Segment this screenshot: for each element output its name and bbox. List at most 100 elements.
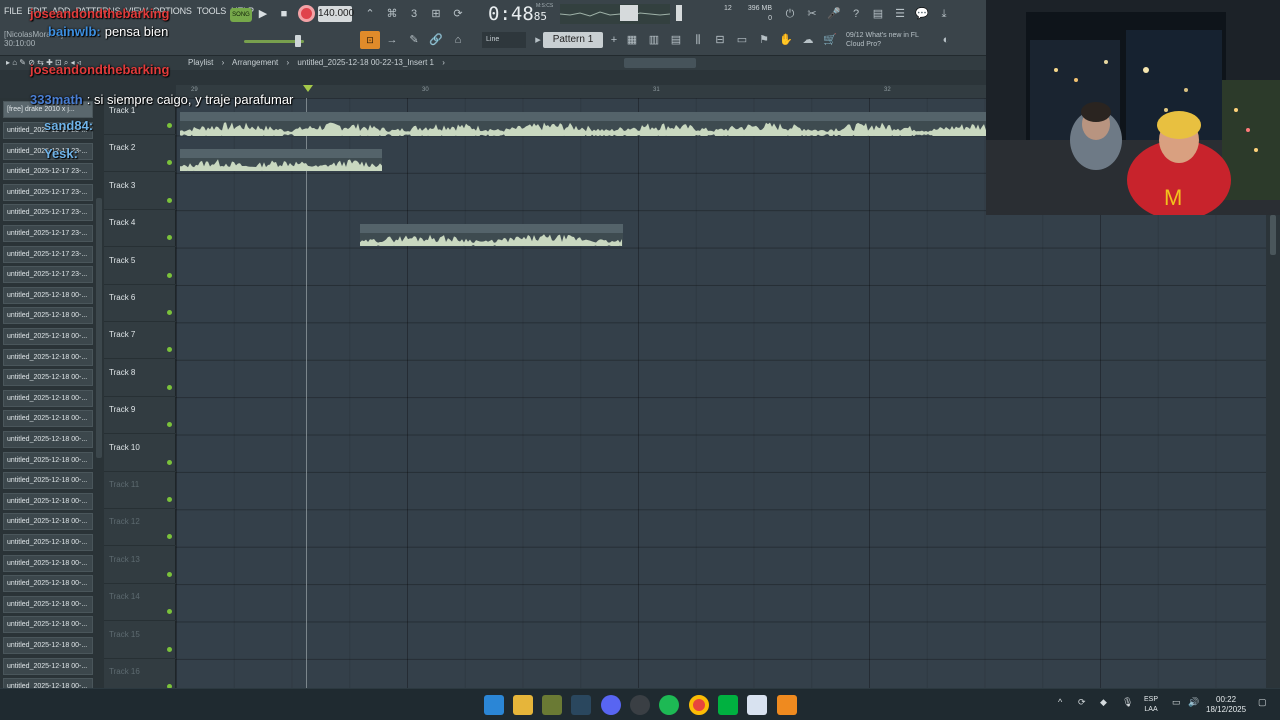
browser-item[interactable]: untitled_2025-12-17 23-...: [3, 163, 93, 181]
track-enable-led[interactable]: [167, 609, 172, 615]
browser-item[interactable]: untitled_2025-12-18 00-...: [3, 307, 93, 325]
browser-item[interactable]: untitled_2025-12-18 00-...: [3, 389, 93, 407]
browser-item[interactable]: untitled_2025-12-17 23-...: [3, 245, 93, 263]
browser-item[interactable]: untitled_2025-12-18 00-...: [3, 410, 93, 428]
loop-record-icon[interactable]: ⟳: [448, 4, 468, 24]
track-enable-led[interactable]: [167, 459, 172, 465]
track-enable-led[interactable]: [167, 123, 172, 128]
news-panel[interactable]: 09/12 What's new in FL Cloud Pro?: [846, 31, 919, 49]
download-icon[interactable]: ⤓: [934, 4, 954, 24]
playhead-marker[interactable]: [303, 85, 313, 92]
browser-item[interactable]: untitled_2025-12-18 00-...: [3, 657, 93, 675]
browser-scrollbar[interactable]: [96, 198, 102, 458]
network-icon[interactable]: ▭: [1172, 697, 1181, 708]
snap-select[interactable]: Line: [482, 32, 526, 48]
browser-item[interactable]: untitled_2025-12-17 23-...: [3, 183, 93, 201]
arrow-right-icon[interactable]: →: [382, 30, 402, 50]
browser-item[interactable]: untitled_2025-12-17 23-...: [3, 266, 93, 284]
browser-item[interactable]: untitled_2025-12-18 00-...: [3, 492, 93, 510]
crumb-arrangement[interactable]: Arrangement: [232, 58, 278, 67]
browser-item[interactable]: untitled_2025-12-17 23-...: [3, 225, 93, 242]
track-header[interactable]: Track 9: [104, 397, 176, 435]
piano-roll-icon[interactable]: ▥: [644, 30, 664, 50]
horizontal-scroll-thumb[interactable]: [624, 58, 696, 68]
track-enable-led[interactable]: [167, 197, 172, 203]
notification-icon[interactable]: ▢: [1258, 697, 1267, 708]
spotify-icon[interactable]: [659, 695, 679, 715]
sync-icon[interactable]: ⟳: [1078, 697, 1086, 708]
browser-item[interactable]: untitled_2025-12-18 00-...: [3, 575, 93, 593]
browser-item[interactable]: untitled_2025-12-18 00-...: [3, 637, 93, 654]
browser-item[interactable]: untitled_2025-12-18 00-...: [3, 595, 93, 613]
master-volume-knob[interactable]: [295, 35, 301, 47]
file-explorer-icon[interactable]: [513, 695, 533, 715]
cut-icon[interactable]: ✂: [802, 4, 822, 24]
link-icon[interactable]: 🔗: [426, 30, 446, 50]
track-enable-led[interactable]: [167, 497, 172, 502]
browser-item[interactable]: untitled_2025-12-18 00-...: [3, 451, 93, 469]
track-header[interactable]: Track 4: [104, 210, 176, 248]
system-clock[interactable]: 00:22 18/12/2025: [1206, 695, 1246, 715]
touch-keyboard-icon[interactable]: ✋: [776, 30, 796, 50]
browser-item[interactable]: untitled_2025-12-18 00-...: [3, 554, 93, 572]
track-enable-led[interactable]: [167, 235, 172, 241]
track-header[interactable]: Track 3: [104, 173, 176, 210]
track-enable-led[interactable]: [167, 160, 172, 166]
channel-rack-icon[interactable]: ▤: [666, 30, 686, 50]
stop-icon[interactable]: ■: [275, 5, 293, 23]
track-header[interactable]: Track 15: [104, 622, 176, 659]
snap-icon[interactable]: ⊡: [360, 31, 380, 49]
track-header[interactable]: Track 5: [104, 248, 176, 285]
save-icon[interactable]: ▤: [868, 4, 888, 24]
track-header[interactable]: Track 11: [104, 472, 176, 509]
browser-item[interactable]: untitled_2025-12-18 00-...: [3, 286, 93, 304]
wait-input-icon[interactable]: ⌘: [382, 4, 402, 24]
pattern-add-icon[interactable]: +: [604, 30, 624, 50]
plugin-db-icon[interactable]: ⊟: [710, 30, 730, 50]
track-enable-led[interactable]: [167, 272, 172, 278]
discord-icon[interactable]: [601, 695, 621, 715]
browser-item[interactable]: untitled_2025-12-18 00-...: [3, 348, 93, 366]
track-enable-led[interactable]: [167, 310, 172, 315]
mic-tray-icon[interactable]: 🎙: [1122, 697, 1133, 708]
step-edit-icon[interactable]: ⊞: [426, 4, 446, 24]
track-header[interactable]: Track 14: [104, 584, 176, 622]
help-icon[interactable]: ?: [846, 4, 866, 24]
chrome-icon[interactable]: [689, 695, 709, 715]
minecraft-icon[interactable]: [542, 695, 562, 715]
fl-studio-icon[interactable]: [777, 695, 797, 715]
crumb-playlist[interactable]: Playlist: [188, 58, 213, 67]
browser-item[interactable]: untitled_2025-12-18 00-...: [3, 513, 93, 531]
volume-icon[interactable]: 🔊: [1188, 697, 1199, 708]
countdown-icon[interactable]: 3: [404, 4, 424, 24]
tempo-display[interactable]: 140.000: [318, 6, 354, 22]
crumb-clip[interactable]: untitled_2025-12-18 00-22-13_Insert 1: [297, 58, 434, 67]
news-toggle-icon[interactable]: ◐: [936, 30, 956, 50]
track-header[interactable]: Track 13: [104, 547, 176, 584]
menu-item[interactable]: TOOLS: [197, 6, 227, 16]
track-enable-led[interactable]: [167, 347, 172, 353]
record-icon[interactable]: [298, 5, 315, 22]
browser-item[interactable]: untitled_2025-12-18 00-...: [3, 534, 93, 551]
browser-item[interactable]: untitled_2025-12-17 23-...: [3, 204, 93, 222]
track-enable-led[interactable]: [167, 422, 172, 428]
steam-icon[interactable]: [571, 695, 591, 715]
stamp-icon[interactable]: ⌂: [448, 30, 468, 50]
browser-item[interactable]: untitled_2025-12-18 00-...: [3, 616, 93, 634]
vertical-scrollbar[interactable]: [1266, 215, 1280, 688]
browser-item[interactable]: untitled_2025-12-18 00-...: [3, 431, 93, 448]
notepad-icon[interactable]: [747, 695, 767, 715]
browser-item[interactable]: untitled_2025-12-18 00-...: [3, 472, 93, 490]
pencil-icon[interactable]: ✎: [404, 30, 424, 50]
track-enable-led[interactable]: [167, 646, 172, 652]
capcut-icon[interactable]: [718, 695, 738, 715]
playlist-icon[interactable]: ▦: [622, 30, 642, 50]
metronome-icon[interactable]: ⌃: [360, 4, 380, 24]
mixer-icon[interactable]: ☰: [890, 4, 910, 24]
mixer-view-icon[interactable]: ⫼: [688, 30, 708, 50]
chat-icon[interactable]: 💬: [912, 4, 932, 24]
track-header[interactable]: Track 2: [104, 135, 176, 173]
song-mode-button[interactable]: SONG: [230, 8, 252, 22]
pattern-select[interactable]: Pattern 1: [543, 32, 603, 48]
track-header[interactable]: Track 6: [104, 285, 176, 322]
